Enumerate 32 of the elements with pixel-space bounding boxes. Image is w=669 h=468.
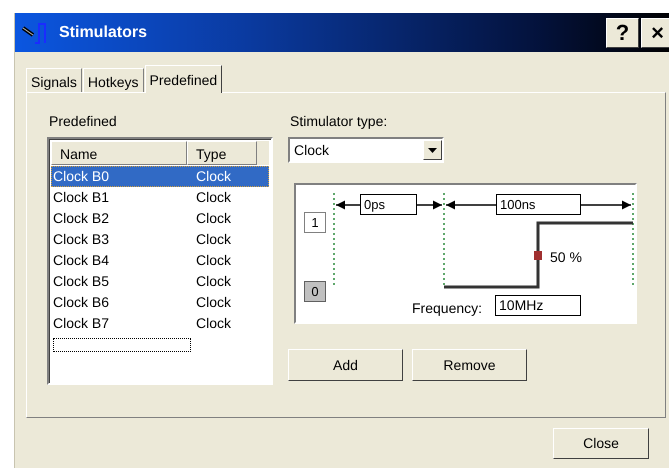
window-title: Stimulators (59, 22, 148, 42)
list-row[interactable]: Clock B6 Clock (51, 292, 269, 313)
list-row[interactable]: Clock B4 Clock (51, 250, 269, 271)
frequency-label: Frequency: (412, 299, 482, 318)
close-dialog-button[interactable]: Close (553, 428, 649, 459)
remove-button[interactable]: Remove (412, 349, 527, 381)
section-label: Predefined (49, 112, 118, 128)
level-button[interactable]: 1 (304, 212, 326, 233)
tab[interactable]: Predefined (144, 65, 222, 93)
new-item-field[interactable] (53, 338, 191, 352)
column-header[interactable]: Type (187, 141, 257, 165)
duty-label: 50 % (550, 248, 582, 267)
help-button[interactable]: ? (606, 18, 639, 48)
tab[interactable]: Signals (26, 68, 82, 92)
level-button[interactable]: 0 (304, 281, 326, 302)
stimulator-type-dropdown[interactable]: Clock (288, 137, 444, 163)
tab[interactable]: Hotkeys (82, 68, 144, 92)
caret-icon (428, 148, 437, 152)
field-label: Stimulator type: (290, 112, 388, 128)
list-row[interactable]: Clock B1 Clock (51, 187, 269, 208)
period-field[interactable]: 100ns (496, 194, 581, 215)
list-row[interactable]: Clock B3 Clock (51, 229, 269, 250)
close-button[interactable]: × (641, 18, 669, 48)
add-button[interactable]: Add (288, 349, 403, 381)
list-row[interactable]: Clock B0 Clock (51, 166, 269, 187)
frequency-field[interactable]: 10MHz (495, 295, 581, 316)
column-header[interactable]: Name (51, 141, 187, 165)
list-row[interactable]: Clock B2 Clock (51, 208, 269, 229)
list-row[interactable]: Clock B5 Clock (51, 271, 269, 292)
list-row[interactable]: Clock B7 Clock (51, 313, 269, 334)
delay-field[interactable]: 0ps (360, 194, 417, 215)
duty-handle[interactable] (534, 251, 542, 260)
